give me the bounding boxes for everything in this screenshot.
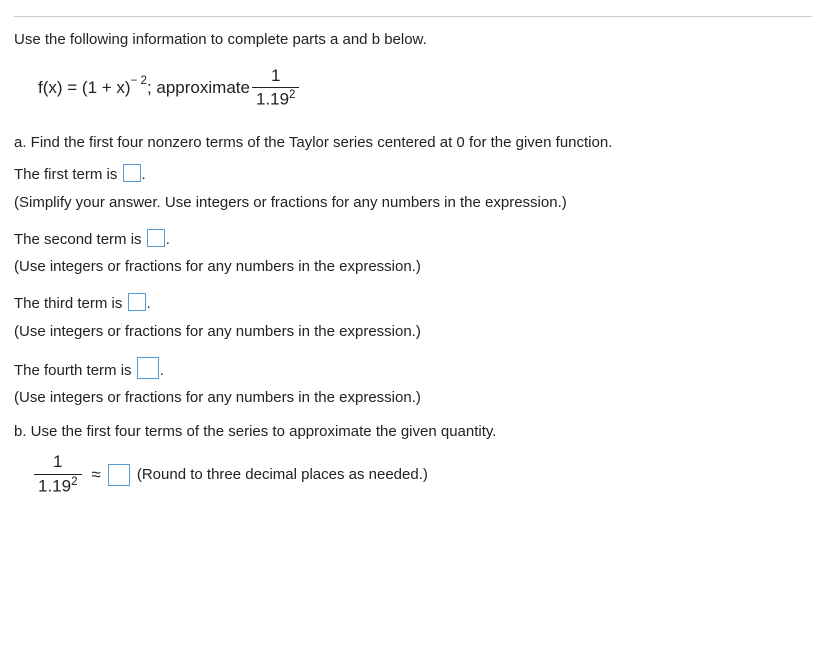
term4-label: The fourth term is	[14, 362, 136, 379]
approx-frac-num: 1	[49, 452, 66, 473]
approx-input[interactable]	[108, 464, 130, 486]
term4-period: .	[160, 362, 164, 379]
term3-period: .	[147, 295, 151, 312]
term4-input[interactable]	[137, 357, 159, 379]
approx-note: (Round to three decimal places as needed…	[137, 466, 428, 483]
term3-input[interactable]	[128, 293, 146, 311]
top-divider	[14, 16, 812, 17]
term2-section: The second term is . (Use integers or fr…	[14, 228, 812, 279]
fx-den-exp: 2	[289, 89, 295, 101]
fx-fraction: 1 1.192	[252, 66, 300, 110]
approx-symbol: ≈	[92, 465, 101, 485]
fx-frac-num: 1	[267, 66, 284, 87]
term2-hint: (Use integers or fractions for any numbe…	[14, 255, 812, 278]
fx-exponent: − 2	[131, 75, 147, 87]
fx-prefix: f(x) = (1 + x)	[38, 78, 131, 98]
term2-input[interactable]	[147, 229, 165, 247]
term1-hint: (Simplify your answer. Use integers or f…	[14, 191, 812, 214]
approx-den-exp: 2	[71, 476, 77, 488]
approx-block: 1 1.192 ≈ (Round to three decimal places…	[14, 452, 812, 496]
term2-period: .	[166, 231, 170, 248]
part-a-prompt: a. Find the first four nonzero terms of …	[14, 134, 812, 151]
term1-label: The first term is	[14, 166, 122, 183]
term3-section: The third term is . (Use integers or fra…	[14, 292, 812, 343]
term2-label: The second term is	[14, 231, 146, 248]
part-b-prompt: b. Use the first four terms of the serie…	[14, 423, 812, 440]
approx-den-base: 1.19	[38, 476, 71, 495]
term4-hint: (Use integers or fractions for any numbe…	[14, 386, 812, 409]
formula-block: f(x) = (1 + x) − 2 ; approximate 1 1.192	[14, 66, 812, 110]
approx-fraction: 1 1.192	[34, 452, 82, 496]
fx-frac-den: 1.192	[252, 87, 300, 110]
fx-den-base: 1.19	[256, 90, 289, 109]
term1-input[interactable]	[123, 164, 141, 182]
term3-label: The third term is	[14, 295, 127, 312]
term4-section: The fourth term is . (Use integers or fr…	[14, 357, 812, 410]
intro-text: Use the following information to complet…	[14, 31, 812, 48]
term1-section: The first term is . (Simplify your answe…	[14, 163, 812, 214]
fx-separator: ; approximate	[147, 78, 250, 98]
approx-frac-den: 1.192	[34, 474, 82, 497]
term3-hint: (Use integers or fractions for any numbe…	[14, 320, 812, 343]
term1-period: .	[142, 166, 146, 183]
